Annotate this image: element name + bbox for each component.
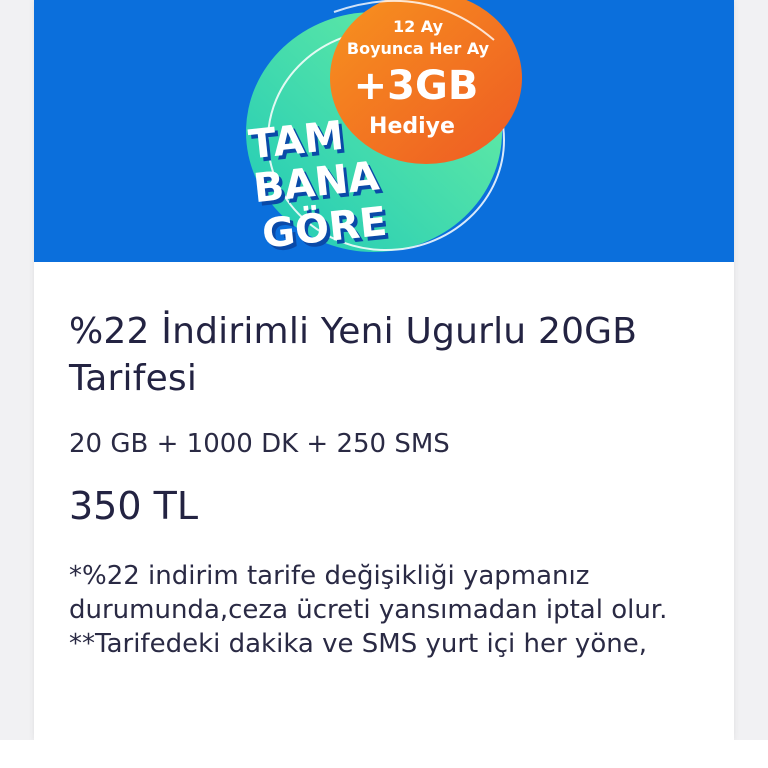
tariff-details: %22 İndirimli Yeni Ugurlu 20GB Tarifesi … bbox=[69, 262, 709, 681]
tariff-note-discount: *%22 indirim tarife değişikliği yapmanız… bbox=[69, 561, 668, 625]
tariff-note-usage: **Tarifedeki dakika ve SMS yurt içi her … bbox=[69, 629, 647, 659]
tariff-card[interactable]: 12 Ay Boyunca Her Ay +3GB Hediye TAM TAM… bbox=[34, 0, 734, 740]
tariff-title: %22 İndirimli Yeni Ugurlu 20GB Tarifesi bbox=[69, 311, 638, 399]
tariff-summary: 20 GB + 1000 DK + 250 SMS bbox=[69, 429, 450, 459]
tariff-notes: *%22 indirim tarife değişikliği yapmanız… bbox=[69, 559, 709, 681]
promo-banner: 12 Ay Boyunca Her Ay +3GB Hediye TAM TAM… bbox=[34, 0, 734, 262]
promo-graphic: 12 Ay Boyunca Her Ay +3GB Hediye TAM TAM… bbox=[246, 0, 522, 261]
promo-line2: Boyunca Her Ay bbox=[347, 39, 490, 58]
bottom-edge bbox=[0, 740, 768, 768]
promo-amount: +3GB bbox=[354, 63, 479, 109]
page: 12 Ay Boyunca Her Ay +3GB Hediye TAM TAM… bbox=[0, 0, 768, 768]
tariff-note-cutoff bbox=[69, 661, 709, 681]
promo-gift: Hediye bbox=[369, 114, 455, 139]
promo-line1: 12 Ay bbox=[393, 17, 444, 36]
tariff-price: 350 TL bbox=[69, 484, 198, 528]
